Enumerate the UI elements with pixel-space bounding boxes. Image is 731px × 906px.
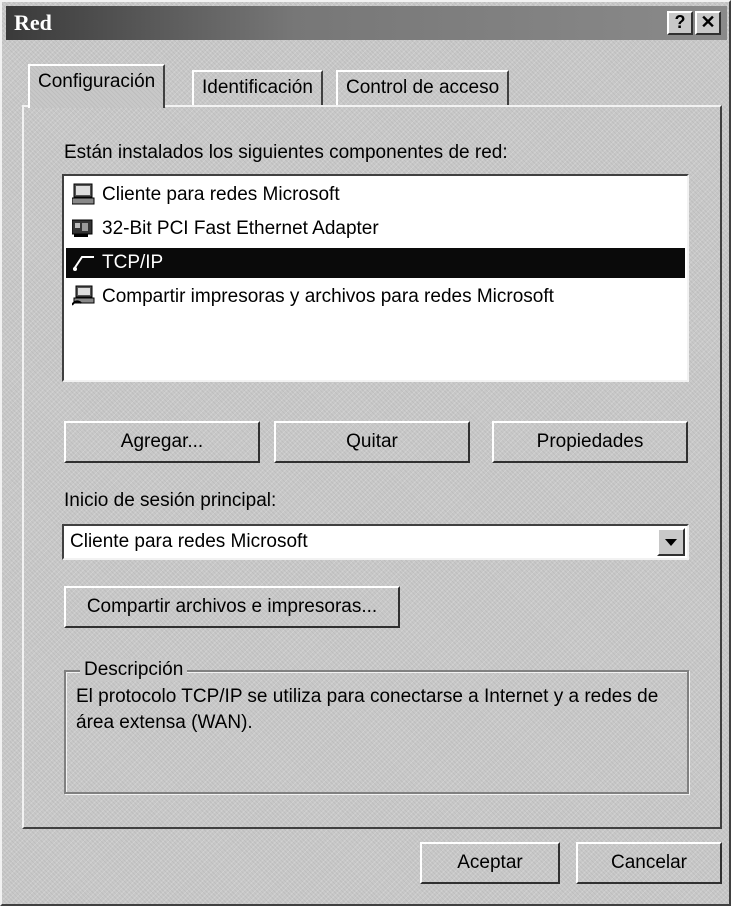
list-item-label: 32-Bit PCI Fast Ethernet Adapter <box>102 218 379 239</box>
share-files-button-label: Compartir archivos e impresoras... <box>86 596 378 617</box>
tab-label: Control de acceso <box>346 77 500 98</box>
remove-button[interactable]: Quitar <box>274 421 470 463</box>
list-item-selected[interactable]: TCP/IP <box>66 248 685 278</box>
properties-button-label: Propiedades <box>536 431 644 452</box>
list-item[interactable]: Cliente para redes Microsoft <box>66 180 685 210</box>
help-button[interactable]: ? <box>667 11 693 35</box>
share-files-button[interactable]: Compartir archivos e impresoras... <box>64 586 400 628</box>
list-item[interactable]: Compartir impresoras y archivos para red… <box>66 282 685 312</box>
components-label: Están instalados los siguientes componen… <box>64 142 508 163</box>
list-item-label: Cliente para redes Microsoft <box>102 184 340 205</box>
close-button[interactable]: ✕ <box>695 11 721 35</box>
remove-button-label: Quitar <box>346 431 398 452</box>
description-text: El protocolo TCP/IP se utiliza para cone… <box>76 686 659 733</box>
add-button[interactable]: Agregar... <box>64 421 260 463</box>
properties-button[interactable]: Propiedades <box>492 421 688 463</box>
network-card-icon <box>71 217 96 239</box>
share-icon <box>71 285 96 307</box>
window-title: Red <box>14 10 52 35</box>
title-bar[interactable]: Red ? ✕ <box>6 6 727 40</box>
ok-button[interactable]: Aceptar <box>420 842 560 884</box>
logon-label: Inicio de sesión principal: <box>64 490 277 511</box>
components-list[interactable]: Cliente para redes Microsoft 32-Bit PCI … <box>62 174 689 382</box>
chevron-down-icon[interactable] <box>657 528 685 556</box>
list-item[interactable]: 32-Bit PCI Fast Ethernet Adapter <box>66 214 685 244</box>
logon-select[interactable]: Cliente para redes Microsoft <box>62 524 689 560</box>
description-group: Descripción El protocolo TCP/IP se utili… <box>64 659 689 794</box>
tab-control-acceso[interactable]: Control de acceso <box>336 70 510 106</box>
list-item-label: Compartir impresoras y archivos para red… <box>102 286 554 307</box>
protocol-icon <box>72 251 96 273</box>
list-item-label: TCP/IP <box>102 252 164 273</box>
cancel-button-label: Cancelar <box>610 852 688 873</box>
cancel-button[interactable]: Cancelar <box>576 842 722 884</box>
ok-button-label: Aceptar <box>457 852 523 873</box>
tab-configuracion[interactable]: Configuración <box>28 64 166 108</box>
add-button-label: Agregar... <box>120 431 204 452</box>
logon-value: Cliente para redes Microsoft <box>70 531 308 552</box>
network-dialog: Red ? ✕ Configuración Identificación Con… <box>0 0 731 906</box>
tab-label: Configuración <box>38 71 156 92</box>
computer-icon <box>71 183 96 205</box>
tab-identificacion[interactable]: Identificación <box>192 70 323 106</box>
tab-label: Identificación <box>202 77 313 98</box>
description-legend: Descripción <box>80 659 188 681</box>
